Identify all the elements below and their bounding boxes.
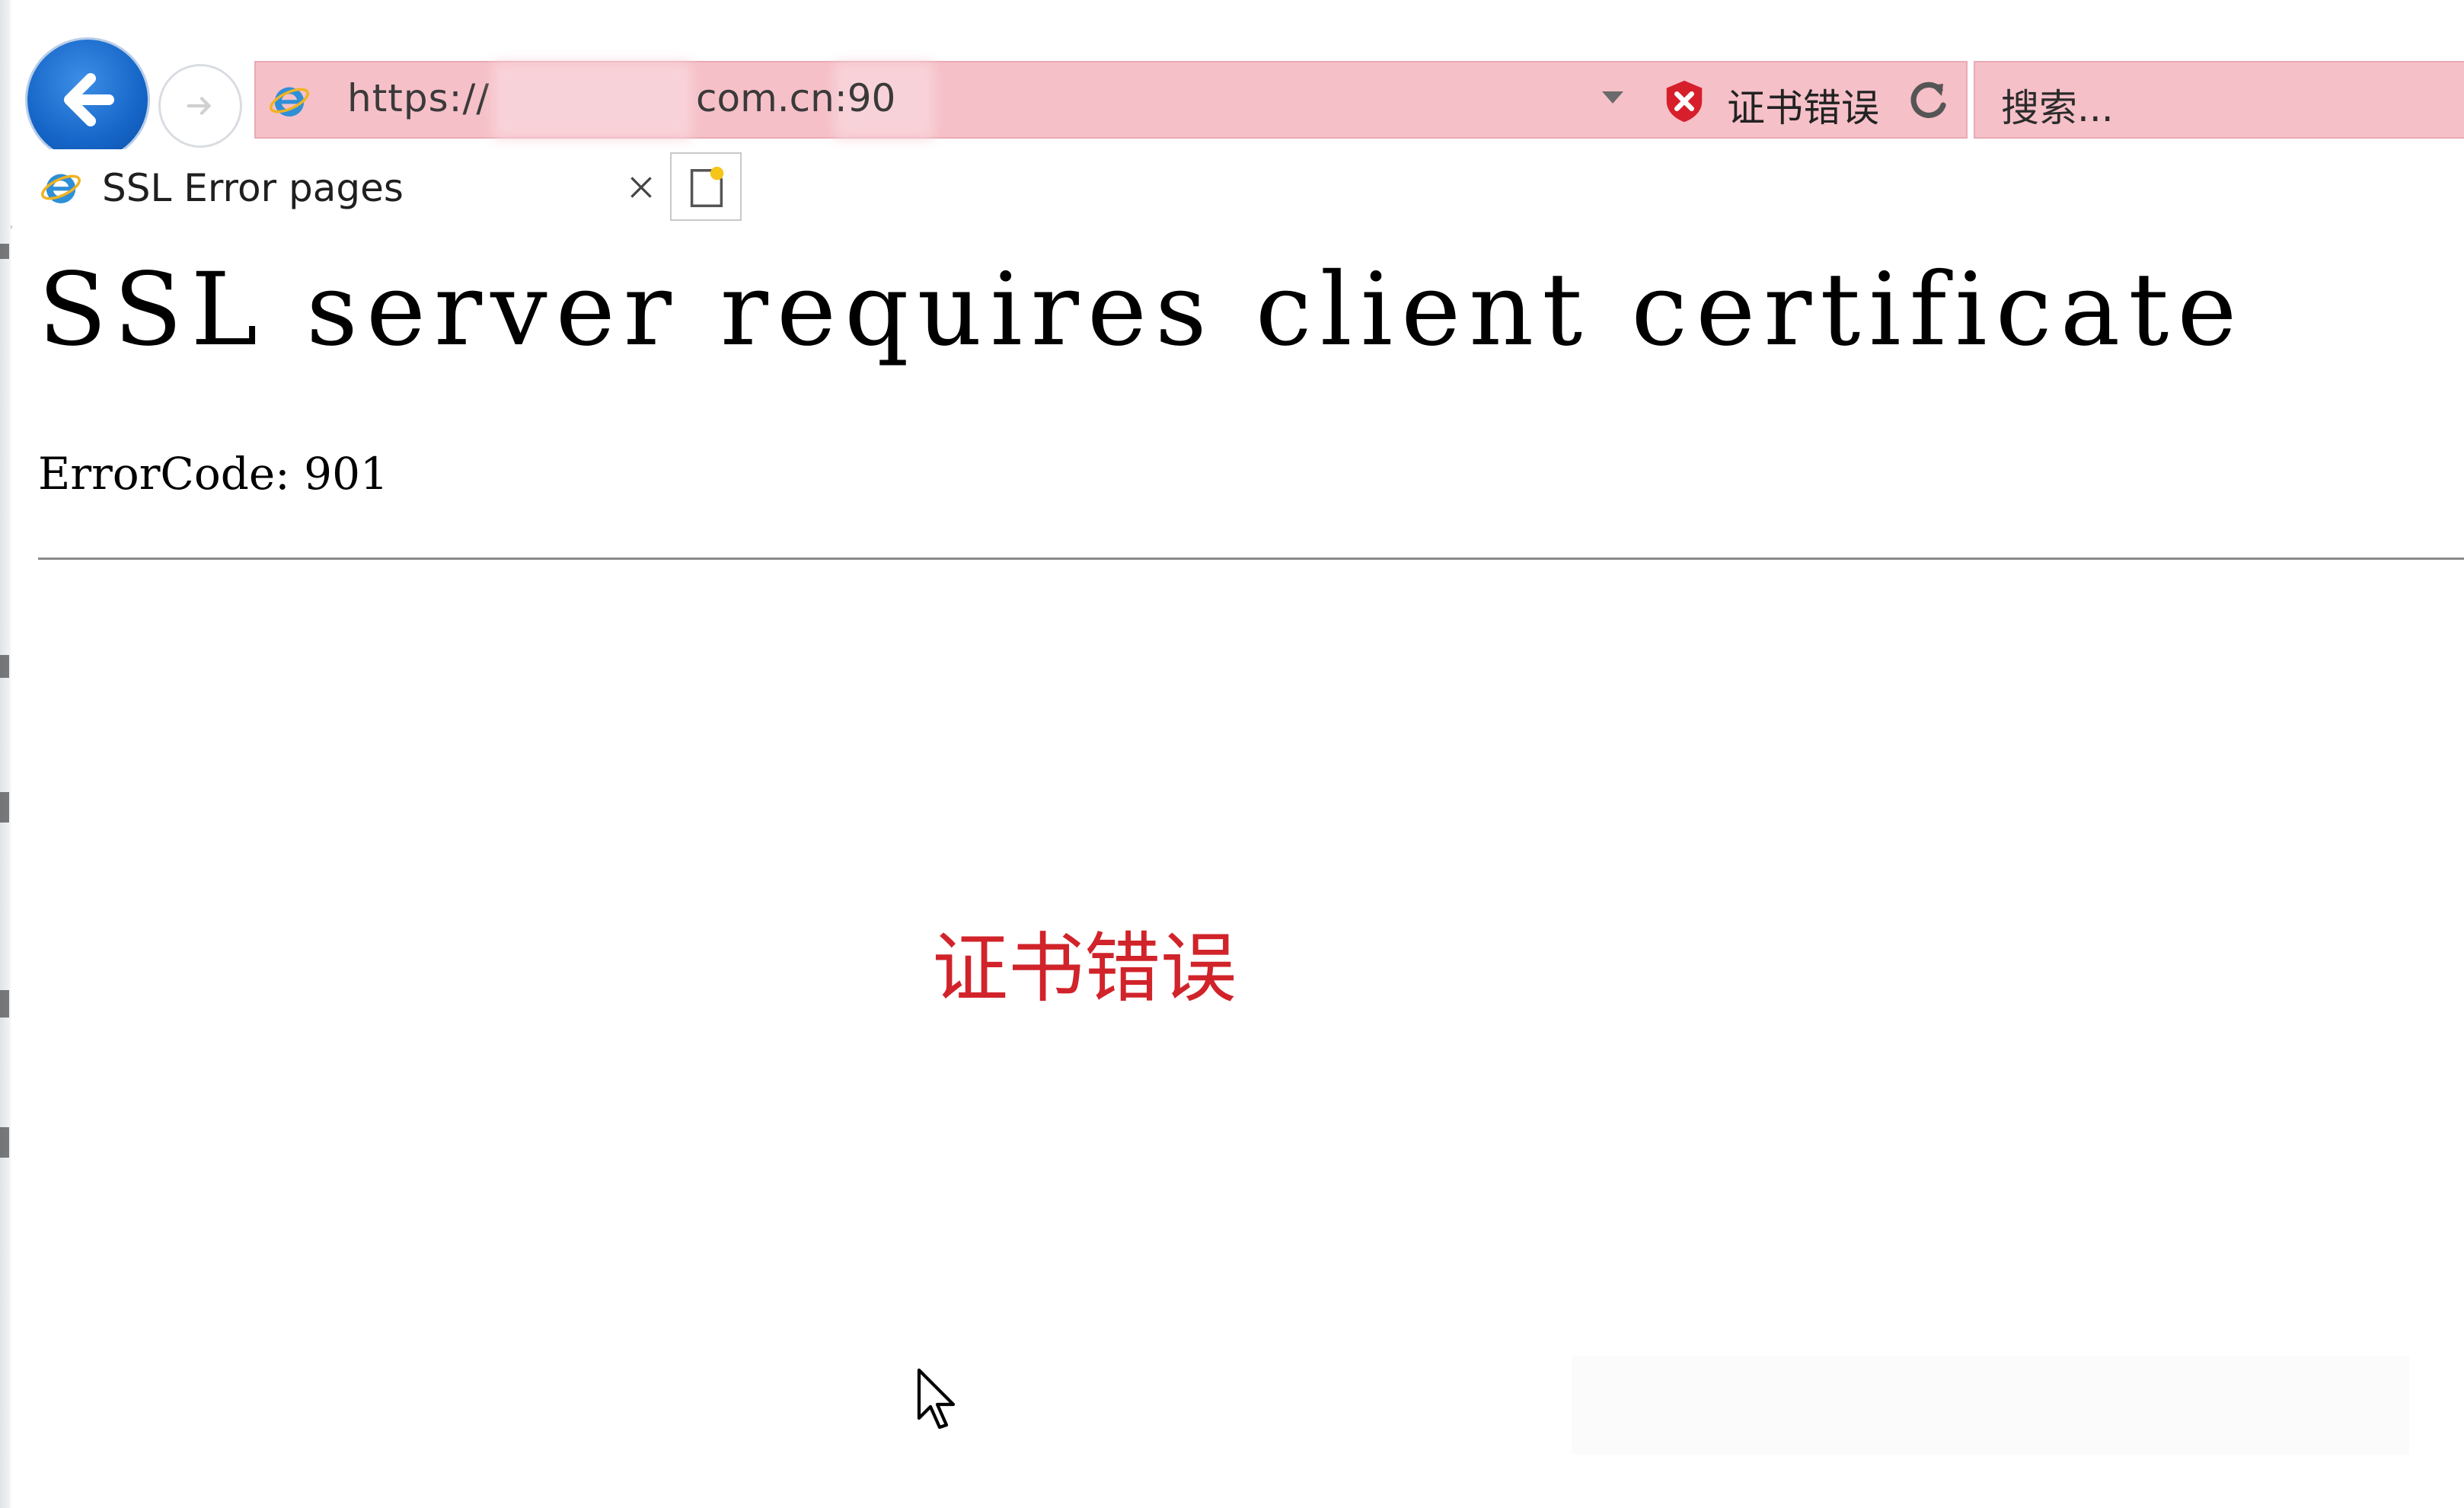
certificate-error-annotation: 证书错误 xyxy=(932,924,1237,1013)
forward-button[interactable] xyxy=(158,64,242,148)
chevron-down-icon[interactable] xyxy=(1602,91,1623,104)
tab-strip: SSL Error pages xyxy=(11,149,2464,225)
address-bar[interactable]: https:// com.cn:90 证书错误 xyxy=(254,61,1968,139)
red-shield-x-icon[interactable] xyxy=(1661,78,1708,125)
new-tab-icon xyxy=(690,166,724,207)
search-bar[interactable]: 搜索... xyxy=(1974,61,2464,139)
certificate-error-button[interactable]: 证书错误 xyxy=(1727,78,1879,133)
tab-ssl-error-pages[interactable]: SSL Error pages xyxy=(26,149,667,222)
ie-logo-icon xyxy=(41,174,81,203)
ie-logo-icon xyxy=(270,87,309,117)
url-suffix[interactable]: com.cn:90 xyxy=(696,76,895,120)
mouse-pointer-icon xyxy=(917,1368,956,1430)
redacted-url-segment xyxy=(493,62,691,139)
tab-title: SSL Error pages xyxy=(102,166,404,210)
page-content: SSL server requires client certificate E… xyxy=(11,228,2464,1508)
back-button[interactable] xyxy=(27,40,148,160)
close-icon[interactable] xyxy=(627,174,655,201)
url-prefix[interactable]: https:// xyxy=(347,76,490,120)
forward-arrow-icon xyxy=(187,97,212,115)
refresh-icon[interactable] xyxy=(1904,76,1952,125)
page-title: SSL server requires client certificate xyxy=(38,251,2245,369)
new-tab-button[interactable] xyxy=(670,152,742,221)
error-code: ErrorCode: 901 xyxy=(38,448,388,500)
horizontal-rule xyxy=(38,558,2464,560)
search-placeholder[interactable]: 搜索... xyxy=(2001,78,2114,133)
navigation-bar: https:// com.cn:90 证书错误 搜索... xyxy=(11,0,2464,160)
faded-overlay xyxy=(1572,1356,2409,1455)
browser-window: https:// com.cn:90 证书错误 搜索... SSL Error … xyxy=(0,0,2464,1508)
back-arrow-icon xyxy=(64,73,114,126)
